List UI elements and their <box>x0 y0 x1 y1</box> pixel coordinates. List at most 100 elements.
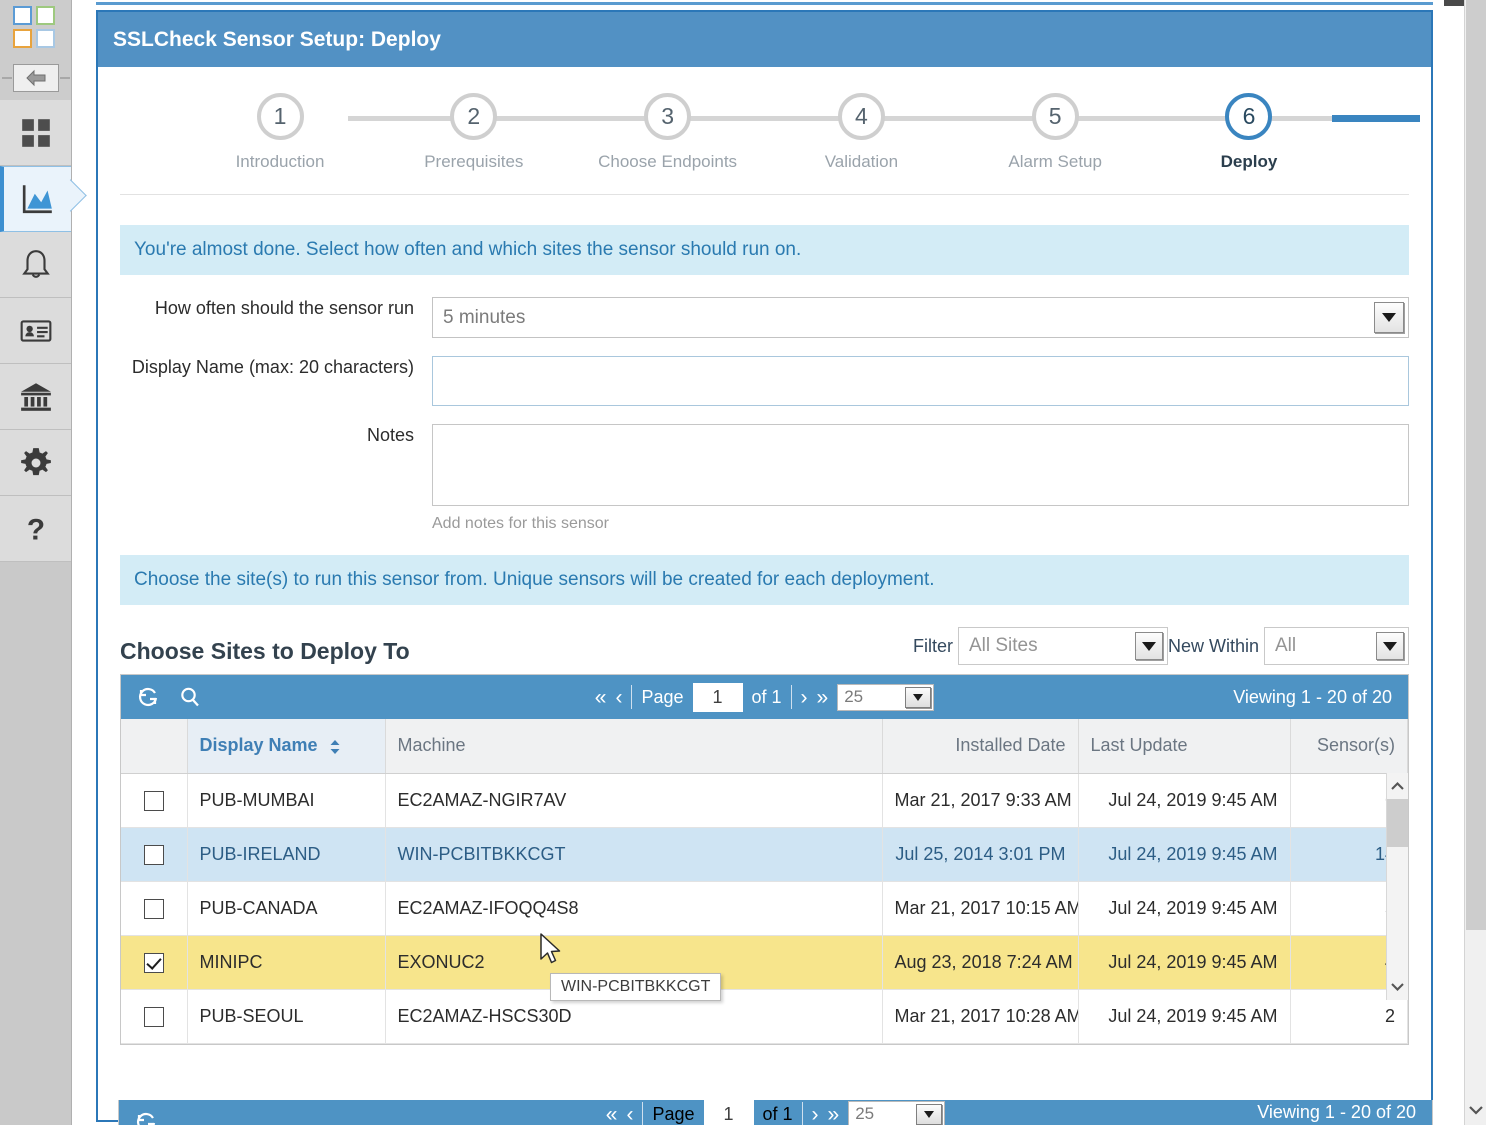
page-size-select-bottom[interactable]: 25 <box>848 1100 946 1125</box>
page-label-bottom: Page <box>652 1103 695 1124</box>
step-2-prerequisites[interactable]: 2 Prerequisites <box>404 93 544 172</box>
step-3-number: 3 <box>644 93 692 140</box>
collapse-sidebar-button[interactable] <box>13 64 59 92</box>
column-header-display-name[interactable]: Display Name <box>187 719 386 774</box>
column-header-last-update[interactable]: Last Update <box>1078 719 1291 774</box>
row-checkbox-cell[interactable] <box>121 935 188 990</box>
column-header-installed-date[interactable]: Installed Date <box>882 719 1079 774</box>
new-within-group: New Within All <box>1168 627 1409 665</box>
table-row[interactable]: PUB-SEOUL EC2AMAZ-HSCS30D Mar 21, 2017 1… <box>121 989 1408 1044</box>
cell-installed-date: Mar 21, 2017 10:28 AM <box>882 989 1079 1044</box>
step-1-label: Introduction <box>235 152 325 171</box>
chevron-down-icon <box>1468 1106 1483 1115</box>
page-scroll-down-button[interactable] <box>1465 1095 1486 1125</box>
first-page-button-bottom[interactable]: « <box>606 1104 618 1125</box>
page-count-label-bottom: of 1 <box>762 1103 793 1124</box>
frequency-row: How often should the sensor run 5 minute… <box>120 297 1409 338</box>
sidebar-item-dashboard[interactable] <box>0 100 71 166</box>
sensor-settings-form: How often should the sensor run 5 minute… <box>120 275 1409 533</box>
step-5-alarm-setup[interactable]: 5 Alarm Setup <box>985 93 1125 172</box>
row-checkbox[interactable] <box>143 790 164 811</box>
chevron-down-icon[interactable] <box>1374 302 1404 333</box>
id-card-icon <box>20 319 51 342</box>
info-banner-sites: Choose the site(s) to run this sensor fr… <box>120 555 1409 605</box>
sites-table: Display Name Machine Installed Date Last… <box>121 719 1408 1044</box>
sort-arrows-icon <box>330 739 340 754</box>
grid-scrollbar[interactable] <box>1386 773 1408 1000</box>
page-size-value-bottom: 25 <box>855 1104 875 1123</box>
table-row[interactable]: PUB-CANADA EC2AMAZ-IFOQQ4S8 Mar 21, 2017… <box>121 881 1408 936</box>
filter-select[interactable]: All Sites <box>957 627 1168 665</box>
page-title: SSLCheck Sensor Setup: Deploy <box>98 12 1431 67</box>
sidebar-item-help[interactable]: ? <box>0 496 71 562</box>
cell-machine: EC2AMAZ-NGIR7AV <box>385 773 883 828</box>
step-6-deploy[interactable]: 6 Deploy <box>1179 93 1319 172</box>
notes-row: Notes Add notes for this sensor <box>120 424 1409 533</box>
back-divider-left <box>2 77 12 79</box>
next-page-button-bottom[interactable]: › <box>812 1104 819 1125</box>
column-header-display-name-label: Display Name <box>199 735 318 756</box>
column-header-select-all[interactable] <box>121 719 188 774</box>
chevron-down-icon[interactable] <box>916 1103 943 1125</box>
prev-page-button-bottom[interactable]: ‹ <box>626 1104 633 1125</box>
step-3-choose-endpoints[interactable]: 3 Choose Endpoints <box>598 93 738 172</box>
row-checkbox-cell[interactable] <box>121 827 188 882</box>
row-checkbox[interactable] <box>143 898 164 919</box>
left-sidebar: ? <box>0 0 72 1125</box>
grid-scroll-up-button[interactable] <box>1387 773 1408 799</box>
svg-text:?: ? <box>26 513 44 545</box>
column-header-sensors[interactable]: Sensor(s) <box>1290 719 1408 774</box>
back-divider-right <box>60 77 70 79</box>
page-number-input-bottom[interactable] <box>703 1100 754 1125</box>
cell-last-update: Jul 24, 2019 9:45 AM <box>1078 935 1291 990</box>
step-4-validation[interactable]: 4 Validation <box>791 93 931 172</box>
table-row[interactable]: PUB-IRELAND WIN-PCBITBKKCGT Jul 25, 2014… <box>121 827 1408 882</box>
filter-value: All Sites <box>968 635 1038 656</box>
filter-label: Filter <box>912 635 953 656</box>
cell-last-update: Jul 24, 2019 9:45 AM <box>1078 989 1291 1044</box>
display-name-label: Display Name (max: 20 characters) <box>131 357 414 377</box>
display-name-input[interactable] <box>432 356 1409 406</box>
row-checkbox-cell[interactable] <box>121 881 188 936</box>
next-page-button[interactable]: › <box>801 687 808 708</box>
page-size-select[interactable]: 25 <box>837 683 935 711</box>
page-scrollbar[interactable] <box>1464 0 1486 1125</box>
sidebar-item-alarms[interactable] <box>0 232 71 298</box>
search-icon[interactable] <box>179 686 201 708</box>
row-checkbox[interactable] <box>143 844 164 865</box>
prev-page-button[interactable]: ‹ <box>615 687 622 708</box>
row-checkbox-cell[interactable] <box>121 773 188 828</box>
grid-scrollbar-thumb[interactable] <box>1387 799 1408 847</box>
sites-grid: « ‹ Page of 1 › » 25 Vie <box>120 674 1409 1045</box>
page-label: Page <box>641 686 684 707</box>
column-header-machine[interactable]: Machine <box>385 719 883 774</box>
grid-toolbar: « ‹ Page of 1 › » 25 Vie <box>121 675 1408 719</box>
sidebar-item-settings[interactable] <box>0 430 71 496</box>
sidebar-item-contacts[interactable] <box>0 298 71 364</box>
chevron-down-icon[interactable] <box>1134 632 1163 660</box>
pager-divider-left-bottom <box>642 1102 644 1125</box>
sidebar-item-reports[interactable] <box>0 166 71 232</box>
sidebar-item-organization[interactable] <box>0 364 71 430</box>
refresh-icon[interactable] <box>135 1111 157 1125</box>
page-number-input[interactable] <box>692 682 743 712</box>
new-within-select[interactable]: All <box>1264 627 1409 665</box>
frequency-select[interactable]: 5 minutes <box>432 297 1409 338</box>
row-checkbox[interactable] <box>143 1006 164 1027</box>
bell-icon <box>21 249 50 278</box>
grid-scroll-down-button[interactable] <box>1387 973 1408 1000</box>
row-checkbox[interactable] <box>143 952 164 973</box>
last-page-button[interactable]: » <box>817 687 829 708</box>
notes-textarea[interactable] <box>432 424 1409 506</box>
last-page-button-bottom[interactable]: » <box>828 1104 840 1125</box>
refresh-icon[interactable] <box>137 686 159 708</box>
first-page-button[interactable]: « <box>595 687 607 708</box>
page-scrollbar-thumb[interactable] <box>1466 0 1486 930</box>
table-row[interactable]: MINIPC EXONUC2 Aug 23, 2018 7:24 AM Jul … <box>121 935 1408 990</box>
step-6-number: 6 <box>1225 93 1273 140</box>
chevron-down-icon[interactable] <box>1376 632 1404 660</box>
table-row[interactable]: PUB-MUMBAI EC2AMAZ-NGIR7AV Mar 21, 2017 … <box>121 773 1408 828</box>
chevron-down-icon[interactable] <box>905 686 932 708</box>
step-1-introduction[interactable]: 1 Introduction <box>210 93 350 172</box>
row-checkbox-cell[interactable] <box>121 989 188 1044</box>
